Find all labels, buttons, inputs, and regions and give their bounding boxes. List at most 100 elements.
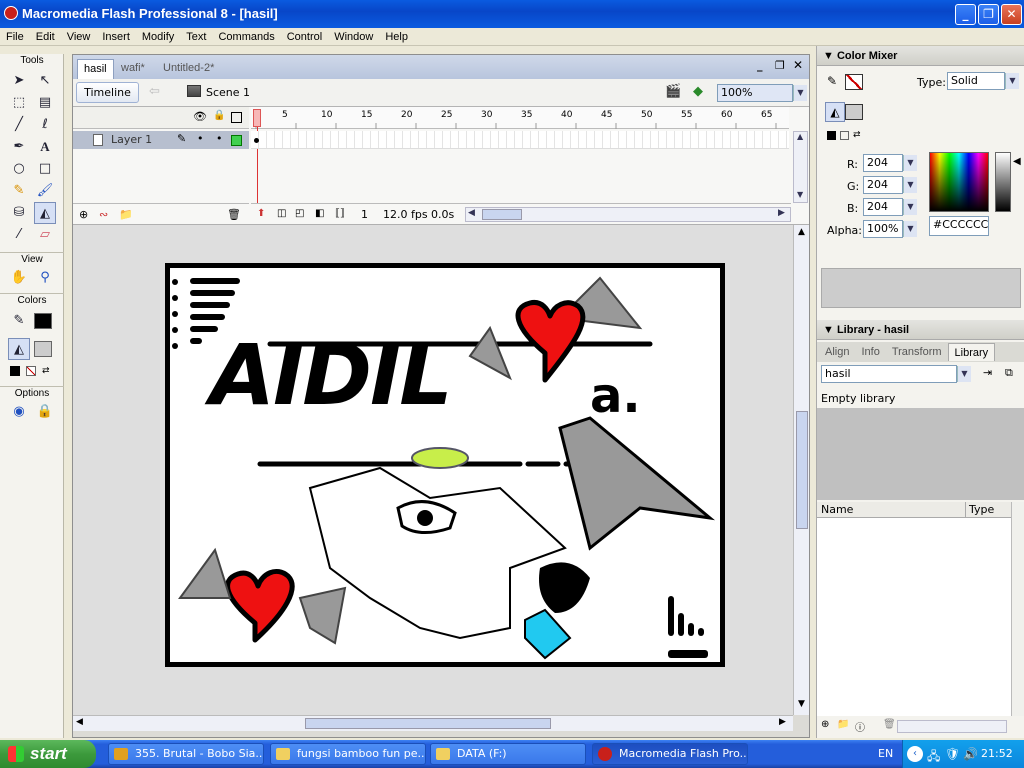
tab-info[interactable]: Info — [855, 343, 885, 361]
stage-scroll-up-icon[interactable]: ▲ — [798, 227, 805, 237]
new-library-panel-icon[interactable]: ⧉ — [1005, 366, 1013, 380]
minimize-button[interactable]: _ — [955, 4, 976, 25]
tab-untitled-2[interactable]: Untitled-2* — [157, 59, 220, 79]
col-type[interactable]: Type — [969, 503, 994, 516]
line-tool-icon[interactable]: ╱ — [8, 114, 30, 136]
close-button[interactable]: ✕ — [1001, 4, 1022, 25]
lasso-tool-icon[interactable]: ℓ — [34, 114, 56, 136]
brightness-pointer-icon[interactable]: ◀ — [1013, 156, 1021, 167]
back-arrow-icon[interactable]: ⇦ — [149, 84, 160, 99]
mixer-none-icon[interactable] — [840, 130, 849, 140]
hex-field[interactable]: #CCCCCC — [929, 216, 989, 236]
frame-rate[interactable]: 12.0 fps — [383, 208, 428, 221]
subselection-tool-icon[interactable]: ↖ — [34, 70, 56, 92]
clock[interactable]: 21:52 — [981, 747, 1013, 760]
modify-markers-icon[interactable]: ⟦⟧ — [335, 208, 345, 219]
r-dropdown-icon[interactable]: ▼ — [903, 155, 917, 171]
oval-tool-icon[interactable]: ○ — [8, 158, 30, 180]
keyframe-dot[interactable] — [254, 138, 259, 143]
edit-multiple-frames-icon[interactable]: ◧ — [315, 208, 324, 219]
stage-hscroll[interactable]: ◀ ▶ — [73, 715, 793, 731]
layer-name[interactable]: Layer 1 — [111, 133, 152, 146]
swap-colors-icon[interactable]: ⇄ — [42, 366, 54, 376]
delete-layer-icon[interactable]: 🗑 — [227, 208, 241, 221]
language-indicator[interactable]: EN — [878, 747, 893, 760]
timeline-hscroll[interactable]: ◀ ▶ — [465, 207, 791, 222]
selection-tool-icon[interactable]: ➤ — [8, 70, 30, 92]
scroll-left-icon[interactable]: ◀ — [468, 208, 475, 218]
playhead[interactable] — [253, 109, 261, 127]
zoom-dropdown-icon[interactable]: ▼ — [793, 85, 807, 101]
stage-scroll-down-icon[interactable]: ▼ — [798, 699, 805, 709]
doc-restore-icon[interactable]: ❐ — [775, 59, 785, 72]
gap-size-icon[interactable]: ◉ — [8, 401, 30, 423]
task-flash[interactable]: Macromedia Flash Pro... — [592, 743, 748, 765]
frame-ruler[interactable]: 1 5 10 15 20 25 30 35 40 45 50 55 60 65 — [251, 107, 789, 129]
g-dropdown-icon[interactable]: ▼ — [903, 177, 917, 193]
tray-network-icon[interactable]: 🖧 — [927, 747, 940, 768]
stroke-color-swatch[interactable] — [34, 313, 52, 329]
eraser-tool-icon[interactable]: ▱ — [34, 224, 56, 246]
hscroll-right-icon[interactable]: ▶ — [779, 717, 786, 727]
stroke-swatch[interactable] — [845, 74, 863, 90]
paint-bucket-tool-icon[interactable]: ◭ — [34, 202, 56, 224]
onion-outlines-icon[interactable]: ◰ — [295, 208, 304, 219]
tray-security-icon[interactable]: 🛡 — [945, 747, 960, 761]
tab-library[interactable]: Library — [947, 343, 996, 361]
start-button[interactable]: start — [0, 740, 96, 768]
stroke-pencil-icon[interactable]: ✎ — [827, 74, 837, 88]
menu-commands[interactable]: Commands — [212, 28, 280, 46]
menu-text[interactable]: Text — [180, 28, 212, 46]
b-field[interactable]: 204 — [863, 198, 903, 216]
scroll-up-icon[interactable]: ▲ — [797, 132, 803, 141]
timeline-toggle-button[interactable]: Timeline — [76, 82, 139, 103]
outline-icon[interactable] — [231, 112, 242, 123]
menu-control[interactable]: Control — [281, 28, 328, 46]
scroll-thumb[interactable] — [482, 209, 522, 220]
edit-symbols-icon[interactable]: ◆ — [693, 84, 703, 99]
ink-bottle-tool-icon[interactable]: ⛁ — [8, 202, 30, 224]
doc-minimize-icon[interactable]: _ — [757, 59, 763, 72]
task-folder-fungsi[interactable]: fungsi bamboo fun pe... — [270, 743, 426, 765]
new-folder-icon[interactable]: 📁 — [837, 719, 849, 730]
library-header[interactable]: ▼ Library - hasil — [817, 320, 1024, 340]
col-name[interactable]: Name — [821, 503, 853, 516]
delete-item-icon[interactable]: 🗑 — [883, 719, 896, 730]
free-transform-tool-icon[interactable]: ⬚ — [8, 92, 30, 114]
layer-row-layer-1[interactable]: Layer 1 ✎ • • — [73, 131, 249, 149]
hscroll-left-icon[interactable]: ◀ — [76, 717, 83, 727]
menu-modify[interactable]: Modify — [136, 28, 180, 46]
library-vscroll[interactable] — [1011, 502, 1024, 716]
add-guide-layer-icon[interactable]: ∾ — [99, 208, 108, 221]
b-dropdown-icon[interactable]: ▼ — [903, 199, 917, 215]
stage-scroll-thumb[interactable] — [796, 411, 808, 529]
type-dropdown-icon[interactable]: ▼ — [1005, 73, 1019, 89]
eye-icon[interactable]: 👁 — [193, 110, 207, 123]
scroll-right-icon[interactable]: ▶ — [778, 208, 785, 218]
tray-volume-icon[interactable]: 🔊 — [963, 747, 978, 761]
menu-help[interactable]: Help — [379, 28, 414, 46]
frame-row-layer-1[interactable] — [251, 131, 789, 149]
tab-transform[interactable]: Transform — [886, 343, 948, 361]
library-hscroll[interactable] — [897, 720, 1007, 733]
center-frame-icon[interactable]: ⬆ — [257, 208, 265, 219]
color-spectrum[interactable] — [929, 152, 989, 212]
tab-wafi[interactable]: wafi* — [115, 59, 151, 79]
doc-close-icon[interactable]: ✕ — [793, 58, 803, 72]
library-doc-select[interactable]: hasil — [821, 365, 957, 383]
tab-align[interactable]: Align — [819, 343, 855, 361]
insert-folder-icon[interactable]: 📁 — [119, 208, 133, 221]
alpha-dropdown-icon[interactable]: ▼ — [903, 221, 917, 237]
layer-visible-dot[interactable]: • — [197, 132, 204, 145]
library-doc-dropdown-icon[interactable]: ▼ — [957, 366, 971, 382]
menu-insert[interactable]: Insert — [96, 28, 136, 46]
stage-area[interactable]: AIDIL a. ▲ ▼ — [73, 225, 809, 715]
layer-lock-dot[interactable]: • — [216, 132, 223, 145]
stage-vscroll[interactable]: ▲ ▼ — [793, 225, 809, 715]
color-mixer-header[interactable]: ▼ Color Mixer — [817, 46, 1024, 66]
eyedropper-tool-icon[interactable]: ⁄ — [8, 224, 30, 246]
brush-tool-icon[interactable]: 🖌 — [34, 180, 56, 202]
timeline-vscroll[interactable]: ▲ ▼ — [793, 131, 808, 203]
scene-label[interactable]: Scene 1 — [206, 86, 250, 99]
insert-layer-icon[interactable]: ⊕ — [79, 208, 88, 221]
